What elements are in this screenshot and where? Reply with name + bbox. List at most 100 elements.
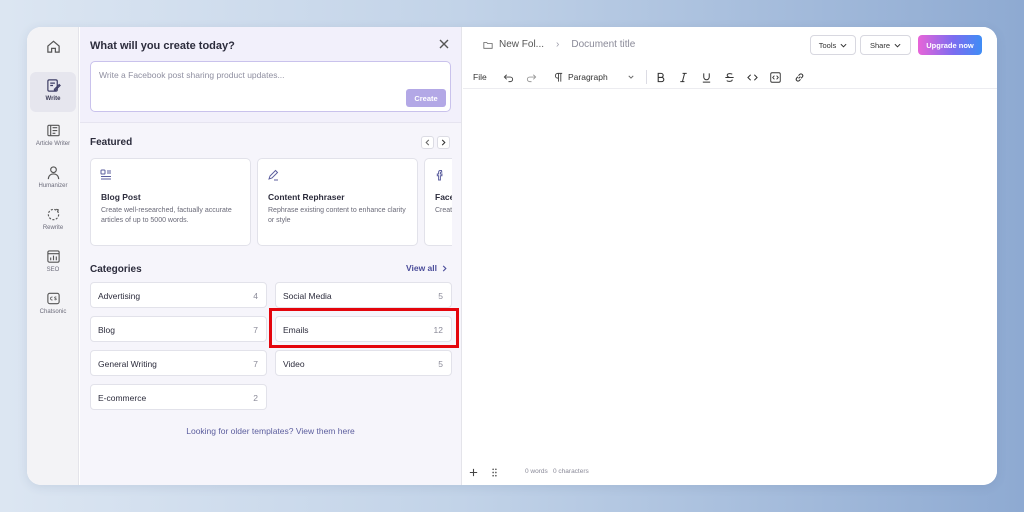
strikethrough-icon (725, 72, 734, 82)
tools-button[interactable]: Tools (810, 35, 856, 55)
italic-icon (680, 72, 687, 82)
rail-item-seo[interactable]: SEO (30, 243, 76, 283)
toolbar-divider (646, 70, 647, 84)
prompt-box: Create (90, 61, 451, 112)
chevron-down-icon (628, 75, 634, 79)
rail-item-humanizer[interactable]: Humanizer (30, 159, 76, 199)
editor-content-area[interactable] (463, 90, 997, 460)
write-icon (46, 79, 61, 92)
rail-item-chatsonic[interactable]: Chatsonic (30, 285, 76, 325)
featured-heading: Featured (90, 137, 133, 148)
category-count: 7 (253, 359, 258, 369)
category-advertising[interactable]: Advertising 4 (90, 282, 267, 308)
category-general-writing[interactable]: General Writing 7 (90, 350, 267, 376)
redo-button[interactable] (526, 70, 537, 84)
featured-next-button[interactable] (437, 136, 450, 149)
formatting-toolbar: File Paragraph (463, 65, 997, 89)
category-name: Blog (98, 325, 116, 335)
templates-panel: What will you create today? Create Featu… (80, 27, 462, 485)
category-e-commerce[interactable]: E-commerce 2 (90, 384, 267, 410)
featured-prev-button[interactable] (421, 136, 434, 149)
breadcrumb-separator: › (556, 39, 560, 50)
italic-button[interactable] (678, 70, 689, 84)
category-count: 12 (433, 325, 443, 335)
category-name: E-commerce (98, 393, 147, 403)
panel-title: What will you create today? (90, 40, 235, 52)
article-icon (46, 124, 60, 137)
document-title[interactable]: Document title (571, 39, 635, 50)
paragraph-style-select[interactable]: Paragraph (553, 70, 639, 84)
featured-card-facebook-post[interactable]: Facebook Post Create engaging Facebook p… (424, 158, 452, 246)
rail-item-rewrite[interactable]: Rewrite (30, 201, 76, 241)
tools-label: Tools (818, 40, 837, 50)
close-icon[interactable] (437, 37, 451, 51)
rail-item-write[interactable]: Write (30, 72, 76, 112)
category-blog[interactable]: Blog 7 (90, 316, 267, 342)
category-emails[interactable]: Emails 12 (275, 316, 452, 342)
character-count: 0 characters (553, 468, 589, 475)
home-button[interactable] (30, 33, 76, 73)
rail-label-write: Write (45, 96, 61, 102)
code-button[interactable] (747, 70, 758, 84)
drag-handle[interactable] (489, 465, 500, 479)
underline-icon (702, 72, 711, 83)
drag-handle-icon (492, 467, 497, 477)
seo-chart-icon (46, 250, 60, 263)
undo-icon (503, 73, 514, 82)
rail-label-humanizer: Humanizer (38, 183, 68, 189)
link-icon (795, 72, 804, 82)
categories-heading: Categories (90, 264, 142, 275)
view-all-link[interactable]: View all (406, 263, 448, 273)
category-name: Social Media (283, 291, 332, 301)
rail-label-chatsonic: Chatsonic (39, 309, 67, 315)
rail-label-seo: SEO (46, 267, 60, 273)
chatsonic-icon (46, 292, 60, 305)
card-title: Blog Post (101, 192, 141, 202)
share-label: Share (869, 40, 890, 50)
category-video[interactable]: Video 5 (275, 350, 452, 376)
bold-button[interactable] (655, 70, 666, 84)
rewrite-icon (47, 208, 59, 221)
category-count: 5 (438, 291, 443, 301)
category-name: General Writing (98, 359, 157, 369)
link-button[interactable] (794, 70, 805, 84)
share-button[interactable]: Share (860, 35, 911, 55)
file-menu-label: File (473, 72, 487, 82)
card-description: Rephrase existing content to enhance cla… (268, 207, 406, 224)
file-menu[interactable]: File (473, 70, 487, 84)
card-title: Content Rephraser (268, 192, 345, 202)
left-rail: Write Article Writer Humanizer Rewrite S… (27, 27, 79, 485)
featured-card-content-rephraser[interactable]: Content Rephraser Rephrase existing cont… (257, 158, 418, 246)
card-description: Create engaging Facebook posts (435, 207, 452, 214)
category-social-media[interactable]: Social Media 5 (275, 282, 452, 308)
category-name: Advertising (98, 291, 141, 301)
upgrade-button[interactable]: Upgrade now (918, 35, 982, 55)
add-block-button[interactable] (468, 465, 479, 479)
rail-item-article-writer[interactable]: Article Writer (30, 117, 76, 157)
breadcrumb: New Fol... › Document title (483, 39, 635, 50)
undo-button[interactable] (503, 70, 514, 84)
breadcrumb-folder[interactable]: New Fol... (499, 39, 544, 50)
paragraph-style-label: Paragraph (568, 72, 608, 82)
prompt-input[interactable] (91, 62, 450, 111)
plus-icon (469, 468, 478, 476)
folder-icon (483, 41, 493, 49)
chevron-left-icon (425, 139, 430, 146)
blog-post-icon (100, 169, 111, 180)
older-templates-link[interactable]: Looking for older templates? View them h… (80, 426, 461, 436)
code-block-button[interactable] (770, 70, 781, 84)
underline-button[interactable] (701, 70, 712, 84)
create-button[interactable]: Create (406, 89, 446, 107)
chevron-down-icon (894, 43, 901, 48)
strikethrough-button[interactable] (724, 70, 735, 84)
status-bar: 0 words 0 characters (463, 461, 997, 485)
app-window: Write Article Writer Humanizer Rewrite S… (27, 27, 997, 485)
featured-card-blog-post[interactable]: Blog Post Create well-researched, factua… (90, 158, 251, 246)
chevron-down-icon (840, 43, 847, 48)
facebook-icon (436, 170, 443, 181)
code-block-icon (770, 71, 781, 83)
chevron-right-icon (441, 139, 446, 146)
rail-label-article-writer: Article Writer (35, 141, 71, 147)
category-name: Video (283, 359, 305, 369)
redo-icon (526, 73, 537, 82)
